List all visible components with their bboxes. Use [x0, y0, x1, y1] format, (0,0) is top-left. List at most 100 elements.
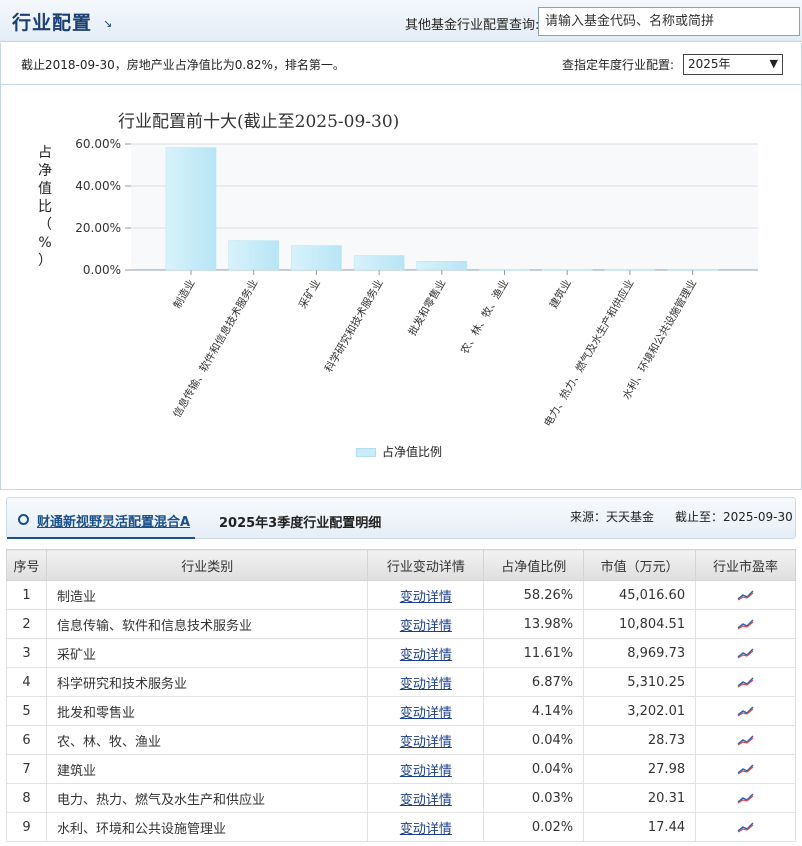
source-text: 来源：天天基金: [570, 510, 655, 524]
legend-label[interactable]: 占净值比例: [382, 443, 442, 460]
pe-trend-chart-icon[interactable]: [737, 821, 755, 833]
plot-area: [131, 144, 758, 270]
row-value: 28.73: [583, 725, 697, 755]
fund-search-input[interactable]: [538, 7, 800, 36]
change-detail-link[interactable]: 变动详情: [400, 793, 452, 808]
pe-trend-chart-icon[interactable]: [737, 618, 755, 630]
bar[interactable]: [353, 255, 405, 271]
row-value: 10,804.51: [583, 609, 697, 639]
col-header-change: 行业变动详情: [367, 549, 485, 581]
row-no: 7: [6, 754, 47, 784]
row-change-cell: 变动详情: [367, 667, 485, 697]
year-select[interactable]: 2025年 ▼: [683, 54, 783, 75]
row-ratio: 0.04%: [483, 754, 585, 784]
row-value: 5,310.25: [583, 667, 697, 697]
search-label: 其他基金行业配置查询:: [405, 18, 540, 33]
table-row: 1 制造业 变动详情 58.26% 45,016.60: [6, 580, 796, 610]
year-select-label: 查指定年度行业配置:: [562, 58, 675, 72]
row-value: 27.98: [583, 754, 697, 784]
arrow-down-right-icon[interactable]: ↘: [103, 17, 112, 30]
row-industry: 批发和零售业: [45, 696, 369, 726]
row-no: 4: [6, 667, 47, 697]
row-no: 5: [6, 696, 47, 726]
row-industry: 采矿业: [45, 638, 369, 668]
row-pe-cell: [695, 580, 796, 610]
x-tick-label: 水利、环境和公共设施管理业: [620, 277, 700, 402]
circle-bullet-icon: [18, 514, 29, 525]
row-no: 9: [6, 812, 47, 842]
row-industry: 农、林、牧、渔业: [45, 725, 369, 755]
row-industry: 建筑业: [45, 754, 369, 784]
x-tick-label: 农、林、牧、渔业: [458, 277, 511, 356]
pe-trend-chart-icon[interactable]: [737, 589, 755, 601]
table-row: 7 建筑业 变动详情 0.04% 27.98: [6, 754, 796, 784]
row-ratio: 6.87%: [483, 667, 585, 697]
row-ratio: 0.02%: [483, 812, 585, 842]
change-detail-link[interactable]: 变动详情: [400, 706, 452, 721]
row-ratio: 58.26%: [483, 580, 585, 610]
change-detail-link[interactable]: 变动详情: [400, 619, 452, 634]
y-axis-label-char: %: [38, 235, 51, 251]
detail-description: 2025年3季度行业配置明细: [219, 516, 382, 531]
chevron-down-icon: ▼: [769, 57, 778, 70]
row-value: 17.44: [583, 812, 697, 842]
row-ratio: 13.98%: [483, 609, 585, 639]
summary-text: 截止2018-09-30，房地产业占净值比为0.82%，排名第一。: [21, 58, 345, 72]
table-row: 2 信息传输、软件和信息技术服务业 变动详情 13.98% 10,804.51: [6, 609, 796, 639]
bar[interactable]: [416, 261, 468, 271]
detail-header: 财通新视野灵活配置混合A 2025年3季度行业配置明细 来源：天天基金 截止至：…: [6, 497, 796, 539]
pe-trend-chart-icon[interactable]: [737, 705, 755, 717]
y-tick-label: 20.00%: [75, 221, 121, 235]
table-row: 8 电力、热力、燃气及水生产和供应业 变动详情 0.03% 20.31: [6, 783, 796, 813]
bar[interactable]: [165, 147, 217, 271]
row-pe-cell: [695, 638, 796, 668]
col-header-value: 市值（万元）: [583, 549, 697, 581]
row-pe-cell: [695, 725, 796, 755]
change-detail-link[interactable]: 变动详情: [400, 677, 452, 692]
row-change-cell: 变动详情: [367, 696, 485, 726]
table-header-row: 序号 行业类别 行业变动详情 占净值比例 市值（万元） 行业市盈率: [6, 549, 796, 581]
change-detail-link[interactable]: 变动详情: [400, 764, 452, 779]
table-row: 6 农、林、牧、渔业 变动详情 0.04% 28.73: [6, 725, 796, 755]
row-value: 8,969.73: [583, 638, 697, 668]
year-select-value: 2025年: [688, 57, 731, 71]
x-tick-label: 采矿业: [296, 277, 323, 311]
x-tick-label: 制造业: [171, 277, 198, 311]
x-tick-label: 建筑业: [547, 277, 574, 311]
change-detail-link[interactable]: 变动详情: [400, 648, 452, 663]
y-axis-label-char: ）: [38, 253, 52, 269]
change-detail-link[interactable]: 变动详情: [400, 822, 452, 837]
pe-trend-chart-icon[interactable]: [737, 734, 755, 746]
bar[interactable]: [228, 240, 279, 271]
table-row: 3 采矿业 变动详情 11.61% 8,969.73: [6, 638, 796, 668]
table-row: 4 科学研究和技术服务业 变动详情 6.87% 5,310.25: [6, 667, 796, 697]
pe-trend-chart-icon[interactable]: [737, 647, 755, 659]
legend-swatch: [356, 448, 376, 457]
pe-trend-chart-icon[interactable]: [737, 792, 755, 804]
row-change-cell: 变动详情: [367, 638, 485, 668]
row-industry: 制造业: [45, 580, 369, 610]
row-no: 2: [6, 609, 47, 639]
table-row: 5 批发和零售业 变动详情 4.14% 3,202.01: [6, 696, 796, 726]
change-detail-link[interactable]: 变动详情: [400, 590, 452, 605]
change-detail-link[interactable]: 变动详情: [400, 735, 452, 750]
pe-trend-chart-icon[interactable]: [737, 763, 755, 775]
pe-trend-chart-icon[interactable]: [737, 676, 755, 688]
x-tick-label: 批发和零售业: [406, 277, 449, 338]
col-header-industry: 行业类别: [45, 549, 369, 581]
y-axis-label-char: （: [38, 217, 52, 233]
y-tick-label: 60.00%: [75, 137, 121, 151]
row-ratio: 0.03%: [483, 783, 585, 813]
row-pe-cell: [695, 609, 796, 639]
y-axis-label-char: 值: [38, 181, 52, 197]
bar[interactable]: [291, 245, 342, 271]
row-ratio: 4.14%: [483, 696, 585, 726]
row-change-cell: 变动详情: [367, 580, 485, 610]
row-ratio: 0.04%: [483, 725, 585, 755]
info-bar: 截止2018-09-30，房地产业占净值比为0.82%，排名第一。 查指定年度行…: [0, 43, 802, 85]
row-change-cell: 变动详情: [367, 609, 485, 639]
row-change-cell: 变动详情: [367, 725, 485, 755]
row-no: 3: [6, 638, 47, 668]
col-header-pe: 行业市盈率: [695, 549, 796, 581]
fund-name-link[interactable]: 财通新视野灵活配置混合A: [37, 511, 190, 530]
